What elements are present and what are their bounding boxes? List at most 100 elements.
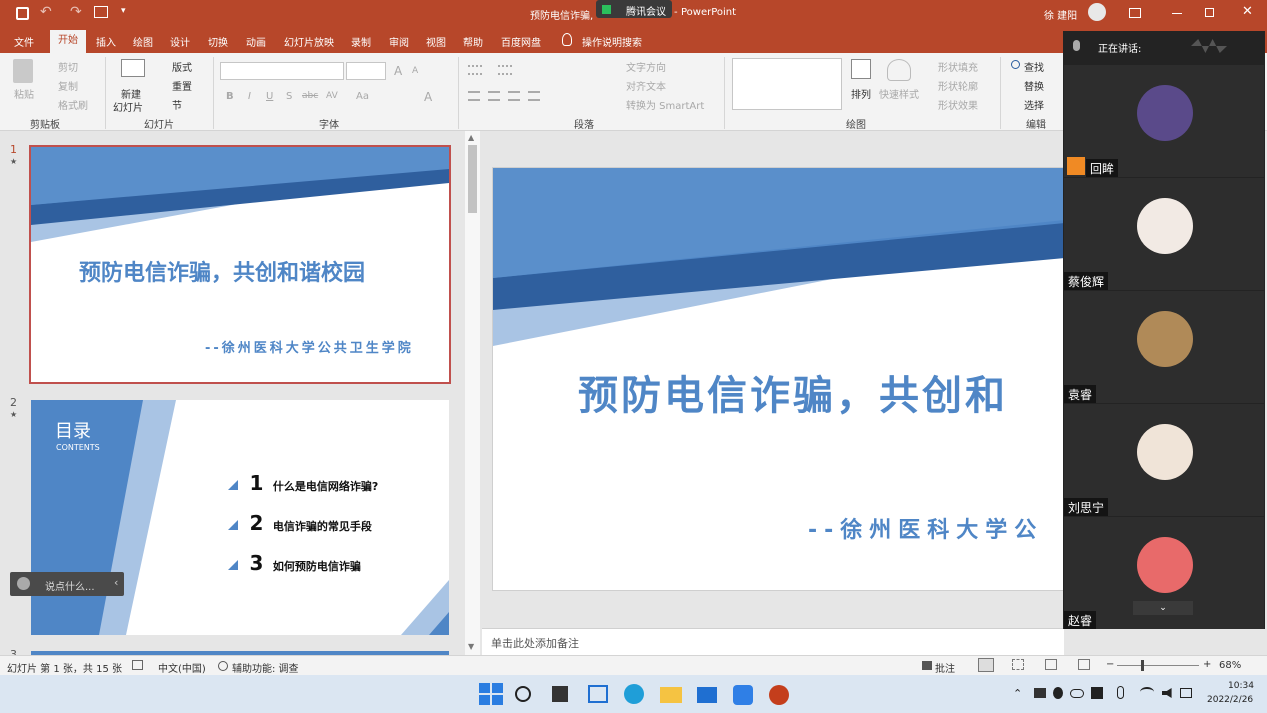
- task-view-icon[interactable]: [552, 686, 568, 702]
- collapse-chevron-icon[interactable]: ‹: [114, 576, 118, 589]
- zoom-level[interactable]: 68%: [1219, 660, 1241, 671]
- find-button[interactable]: 查找: [1024, 59, 1044, 74]
- user-name[interactable]: 徐 建阳: [1044, 7, 1077, 22]
- format-painter-button[interactable]: 格式刷: [58, 97, 88, 112]
- scroll-thumb[interactable]: [468, 145, 477, 213]
- bold-button[interactable]: B: [226, 91, 234, 102]
- participant-tile[interactable]: 蔡俊辉: [1064, 178, 1264, 290]
- cut-button[interactable]: 剪切: [58, 59, 78, 74]
- font-color-button[interactable]: A: [424, 90, 432, 104]
- volume-icon[interactable]: [1162, 688, 1172, 698]
- comments-button[interactable]: 批注: [935, 660, 955, 675]
- grow-font-button[interactable]: A: [394, 64, 402, 78]
- wifi-icon[interactable]: [1140, 687, 1154, 697]
- participant-tile[interactable]: 刘思宁: [1064, 404, 1264, 516]
- zoom-out-button[interactable]: −: [1106, 659, 1114, 670]
- thumbnails-scrollbar[interactable]: ▲ ▼: [465, 131, 480, 655]
- zoom-slider[interactable]: [1117, 660, 1199, 671]
- undo-icon[interactable]: ↶: [40, 4, 52, 20]
- copy-button[interactable]: 复制: [58, 78, 78, 93]
- layout-button[interactable]: 版式: [172, 59, 192, 74]
- slide-title[interactable]: 预防电信诈骗，共创和: [578, 363, 1008, 421]
- chat-input[interactable]: 说点什么... ‹: [10, 572, 124, 596]
- shape-outline-button[interactable]: 形状轮廓: [938, 78, 978, 93]
- slideshow-view-icon[interactable]: [1078, 659, 1090, 670]
- font-size-box[interactable]: [346, 62, 386, 80]
- tencent-meeting-icon[interactable]: [733, 685, 753, 705]
- numbering-icon[interactable]: [498, 65, 512, 75]
- shape-fill-button[interactable]: 形状填充: [938, 59, 978, 74]
- clock-date[interactable]: 2022/2/26: [1207, 695, 1253, 705]
- close-icon[interactable]: ✕: [1242, 4, 1253, 19]
- align-left-icon[interactable]: [468, 91, 480, 101]
- thumbnail-slide-1[interactable]: 预防电信诈骗，共创和谐校园 --徐州医科大学公共卫生学院: [29, 145, 451, 384]
- quick-styles-icon[interactable]: [887, 59, 911, 81]
- scroll-down-icon[interactable]: ▼: [468, 642, 474, 651]
- scroll-up-icon[interactable]: ▲: [468, 133, 474, 142]
- participant-tile[interactable]: 袁睿: [1064, 291, 1264, 403]
- shape-effects-button[interactable]: 形状效果: [938, 97, 978, 112]
- replace-button[interactable]: 替换: [1024, 78, 1044, 93]
- convert-smartart-button[interactable]: 转换为 SmartArt: [626, 97, 704, 112]
- align-right-icon[interactable]: [508, 91, 520, 101]
- tray-qq-icon[interactable]: [1053, 687, 1063, 699]
- meeting-badge[interactable]: 腾讯会议: [596, 0, 672, 18]
- tab-baidu-netdisk[interactable]: 百度网盘: [501, 34, 541, 49]
- new-slide-button-line2[interactable]: 幻灯片: [113, 99, 143, 114]
- reading-view-icon[interactable]: [1045, 659, 1057, 670]
- arrange-icon[interactable]: [851, 59, 871, 79]
- new-slide-icon[interactable]: [121, 59, 145, 77]
- bullets-icon[interactable]: [468, 65, 482, 75]
- tab-help[interactable]: 帮助: [463, 34, 483, 49]
- customize-qat-icon[interactable]: ▾: [121, 6, 126, 16]
- thumbnail-slide-2[interactable]: 目录 CONTENTS 1 什么是电信网络诈骗? 2 电信诈骗的常见手段 3 如…: [31, 400, 449, 635]
- edge-icon[interactable]: [624, 684, 644, 704]
- accessibility-status[interactable]: 辅助功能: 调查: [232, 660, 299, 675]
- scroll-down-chevron-icon[interactable]: ⌄: [1133, 601, 1193, 615]
- tray-mic-icon[interactable]: [1117, 686, 1124, 699]
- tray-cloud-icon[interactable]: [1070, 689, 1084, 698]
- reset-button[interactable]: 重置: [172, 78, 192, 93]
- arrange-button[interactable]: 排列: [851, 86, 871, 101]
- emoji-icon[interactable]: [17, 577, 30, 590]
- normal-view-icon[interactable]: [978, 658, 994, 672]
- tab-record[interactable]: 录制: [351, 34, 371, 49]
- section-button[interactable]: 节: [172, 97, 182, 112]
- tab-file[interactable]: 文件: [14, 34, 34, 49]
- user-avatar-icon[interactable]: [1088, 3, 1106, 21]
- tab-review[interactable]: 审阅: [389, 34, 409, 49]
- paste-button[interactable]: 粘贴: [14, 86, 34, 101]
- text-direction-button[interactable]: 文字方向: [626, 59, 666, 74]
- slide-counter[interactable]: 幻灯片 第 1 张，共 15 张: [7, 660, 122, 675]
- presenter-icon[interactable]: [94, 6, 108, 18]
- select-button[interactable]: 选择: [1024, 97, 1044, 112]
- char-spacing-button[interactable]: AV: [326, 91, 338, 101]
- widgets-icon[interactable]: [588, 685, 608, 703]
- clock-time[interactable]: 10:34: [1228, 681, 1254, 691]
- tab-insert[interactable]: 插入: [96, 34, 116, 49]
- search-icon[interactable]: [515, 686, 531, 702]
- tab-draw[interactable]: 绘图: [133, 34, 153, 49]
- tray-chevron-icon[interactable]: ⌃: [1013, 687, 1022, 700]
- spellcheck-icon[interactable]: [132, 660, 143, 670]
- battery-icon[interactable]: [1180, 688, 1192, 698]
- minimize-icon[interactable]: [1172, 13, 1182, 14]
- notes-pane[interactable]: 单击此处添加备注: [482, 628, 1064, 655]
- redo-icon[interactable]: ↷: [70, 4, 82, 20]
- strikethrough-button[interactable]: abc: [302, 91, 318, 101]
- tray-app2-icon[interactable]: [1091, 687, 1103, 699]
- shrink-font-button[interactable]: A: [412, 66, 418, 76]
- change-case-button[interactable]: Aa: [356, 91, 369, 102]
- participant-tile[interactable]: 回眸: [1064, 65, 1264, 177]
- quick-styles-button[interactable]: 快速样式: [879, 86, 919, 101]
- mail-icon[interactable]: [697, 687, 717, 703]
- ribbon-display-icon[interactable]: [1129, 8, 1141, 18]
- shapes-gallery[interactable]: [732, 58, 842, 110]
- align-center-icon[interactable]: [488, 91, 500, 101]
- file-explorer-icon[interactable]: [660, 687, 682, 703]
- tab-slideshow[interactable]: 幻灯片放映: [284, 34, 334, 49]
- tab-transitions[interactable]: 切换: [208, 34, 228, 49]
- tell-me-search[interactable]: 操作说明搜索: [582, 34, 642, 49]
- underline-button[interactable]: U: [266, 91, 273, 102]
- tab-home[interactable]: 开始: [50, 30, 86, 53]
